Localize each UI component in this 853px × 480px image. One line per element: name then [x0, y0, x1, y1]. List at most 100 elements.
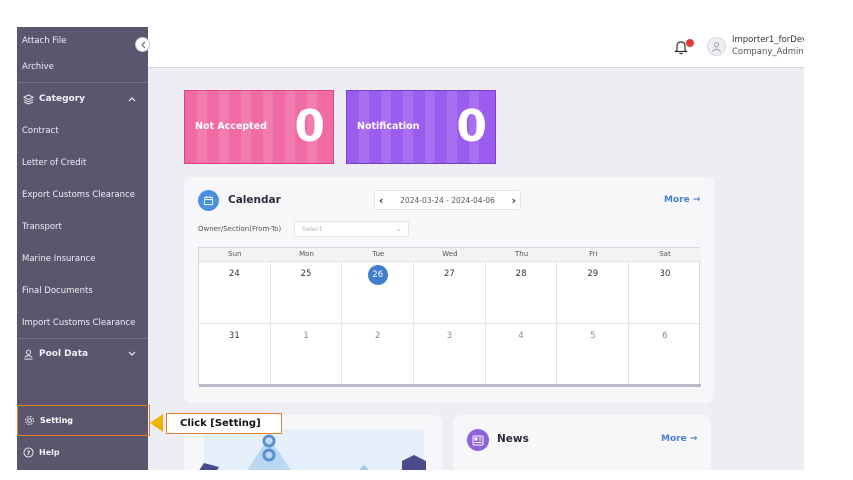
- day-number: 6: [662, 331, 668, 341]
- calendar-week: 31 1 2 3 4 5 6: [199, 323, 701, 385]
- weekday-label: Wed: [442, 250, 458, 258]
- chevron-down-icon: [128, 350, 136, 359]
- calendar-scroll-edge: [199, 384, 701, 387]
- day-number: 24: [228, 269, 240, 279]
- calendar-grid: Sun Mon Tue Wed Thu Fri Sat 24 25 26 27 …: [198, 247, 701, 387]
- calendar-day[interactable]: 2: [342, 323, 415, 385]
- calendar-title: Calendar: [228, 194, 281, 206]
- stat-label: Notification: [357, 121, 420, 132]
- sidebar-item-transport[interactable]: Transport: [17, 213, 148, 241]
- weekday-header: Sun Mon Tue Wed Thu Fri Sat: [199, 248, 701, 261]
- news-title: News: [497, 433, 529, 445]
- sidebar-item-final-documents[interactable]: Final Documents: [17, 277, 148, 305]
- sidebar-item-label: Export Customs Clearance: [22, 190, 135, 200]
- notification-dot: [686, 39, 694, 47]
- gear-icon: [23, 415, 35, 427]
- sidebar-item-letter-of-credit[interactable]: Letter of Credit: [17, 149, 148, 177]
- weekday-label: Thu: [515, 250, 529, 258]
- sidebar-item-label: Import Customs Clearance: [22, 318, 136, 328]
- calendar-day[interactable]: 30: [629, 261, 701, 323]
- day-number: 30: [659, 269, 671, 279]
- calendar-card: Calendar ‹ 2024-03-24 - 2024-04-06 › Mor…: [184, 177, 714, 403]
- calendar-day[interactable]: 24: [199, 261, 271, 323]
- avatar[interactable]: [707, 37, 726, 56]
- chevron-down-icon: ⌄: [396, 225, 402, 233]
- sidebar: Attach File Archive Category Contract Le…: [17, 27, 150, 470]
- top-header: Importer1_forDev Company_Admin: [148, 27, 804, 68]
- stat-card-notification[interactable]: Notification 0: [346, 90, 496, 164]
- calendar-day[interactable]: 29: [557, 261, 630, 323]
- day-number: 5: [590, 331, 596, 341]
- calendar-more-link[interactable]: More →: [664, 195, 700, 205]
- sidebar-item-label: Setting: [40, 416, 73, 425]
- date-range-text: 2024-03-24 - 2024-04-06: [400, 195, 495, 205]
- calendar-day-today[interactable]: 26: [342, 261, 415, 323]
- app-window: Attach File Archive Category Contract Le…: [17, 27, 804, 470]
- sidebar-section-label: Pool Data: [39, 349, 89, 359]
- stat-card-not-accepted[interactable]: Not Accepted 0: [184, 90, 334, 164]
- calendar-day[interactable]: 3: [414, 323, 486, 385]
- today-marker: 26: [367, 265, 388, 285]
- user-role: Company_Admin: [732, 47, 804, 57]
- calendar-day[interactable]: 5: [557, 323, 630, 385]
- calendar-day[interactable]: 6: [629, 323, 701, 385]
- stat-value: 0: [294, 101, 325, 152]
- sidebar-item-marine-insurance[interactable]: Marine Insurance: [17, 245, 148, 273]
- stat-label: Not Accepted: [195, 121, 267, 132]
- sidebar-item-import-customs[interactable]: Import Customs Clearance: [17, 309, 148, 337]
- day-number: 3: [446, 331, 453, 341]
- calendar-day[interactable]: 27: [414, 261, 486, 323]
- sidebar-item-archive[interactable]: Archive: [17, 53, 148, 81]
- chevron-left-icon[interactable]: ‹: [379, 194, 384, 207]
- layers-icon: [22, 93, 34, 105]
- calendar-week: 24 25 26 27 28 29 30: [199, 261, 701, 323]
- sidebar-item-label: Archive: [22, 62, 54, 72]
- sidebar-item-export-customs[interactable]: Export Customs Clearance: [17, 181, 148, 209]
- sidebar-item-label: Transport: [22, 222, 62, 232]
- sidebar-item-label: Final Documents: [22, 286, 93, 296]
- day-number: 1: [303, 331, 309, 341]
- sidebar-divider: [17, 338, 148, 339]
- day-number: 2: [375, 331, 381, 341]
- day-number: 4: [518, 331, 524, 341]
- day-number: 27: [443, 269, 455, 279]
- calendar-day[interactable]: 25: [270, 261, 343, 323]
- sidebar-item-setting[interactable]: Setting: [17, 405, 150, 436]
- sidebar-item-help[interactable]: ? Help: [17, 441, 148, 463]
- owner-section-label: Owner/Section(From-To): [198, 225, 282, 233]
- sidebar-section-category[interactable]: Category: [17, 85, 148, 113]
- sidebar-section-label: Category: [39, 94, 86, 104]
- help-icon: ?: [22, 446, 34, 458]
- user-icon: [712, 42, 721, 52]
- chevron-up-icon: [128, 95, 136, 104]
- weekday-label: Fri: [589, 250, 598, 258]
- select-placeholder: Select: [302, 225, 323, 233]
- chevron-left-icon: [140, 41, 145, 48]
- calendar-day[interactable]: 4: [485, 323, 558, 385]
- day-number: 31: [228, 331, 240, 341]
- chevron-right-icon[interactable]: ›: [511, 194, 516, 207]
- sidebar-item-contract[interactable]: Contract: [17, 117, 148, 145]
- instruction-callout: Click [Setting]: [166, 413, 282, 434]
- owner-section-select[interactable]: Select ⌄: [294, 221, 409, 237]
- day-number: 25: [300, 269, 312, 279]
- weekday-label: Mon: [299, 250, 314, 258]
- sidebar-section-pool-data[interactable]: Pool Data: [17, 340, 148, 368]
- sidebar-collapse-button[interactable]: [135, 37, 150, 52]
- calendar-day[interactable]: 1: [270, 323, 343, 385]
- calendar-day[interactable]: 28: [485, 261, 558, 323]
- news-more-link[interactable]: More →: [661, 434, 697, 444]
- date-range-navigator: ‹ 2024-03-24 - 2024-04-06 ›: [374, 190, 521, 210]
- sidebar-item-label: Help: [39, 447, 60, 457]
- callout-arrow: [150, 414, 163, 432]
- user-name[interactable]: Importer1_forDev: [732, 35, 804, 45]
- sidebar-divider: [17, 82, 148, 83]
- stat-value: 0: [456, 101, 487, 152]
- sidebar-item-label: Marine Insurance: [22, 254, 96, 264]
- calendar-day[interactable]: 31: [199, 323, 271, 385]
- day-number: 29: [587, 269, 599, 279]
- sidebar-item-attach-file[interactable]: Attach File: [17, 27, 148, 55]
- weekday-label: Sat: [659, 250, 671, 258]
- sidebar-item-label: Attach File: [22, 36, 67, 46]
- weekday-label: Tue: [372, 250, 385, 258]
